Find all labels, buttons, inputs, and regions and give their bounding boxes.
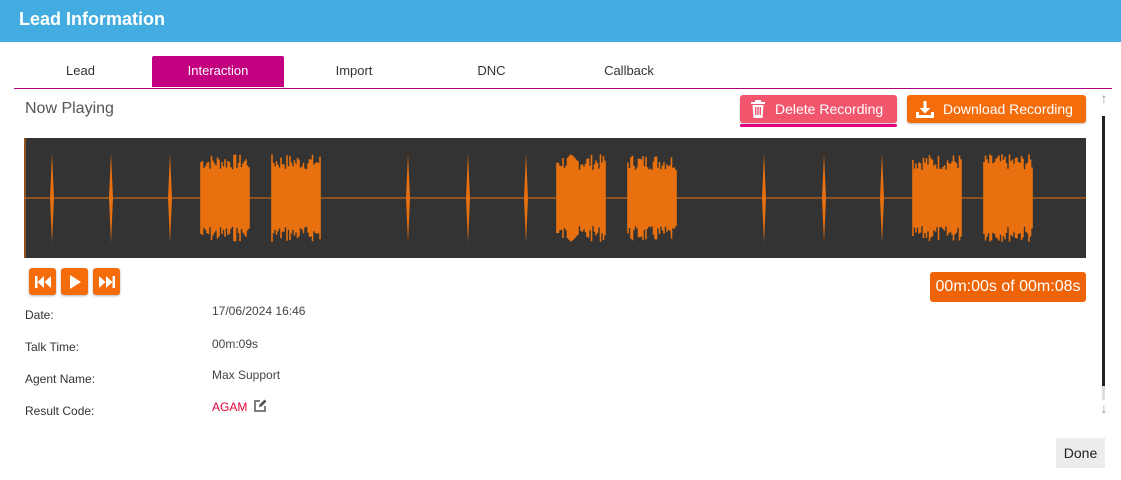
tab-dnc[interactable]: DNC (444, 56, 539, 87)
delete-recording-button[interactable]: Delete Recording (740, 95, 897, 123)
agent-name-value: Max Support (212, 368, 281, 382)
date-label: Date: (25, 308, 54, 322)
result-code-label: Result Code: (25, 404, 95, 418)
fast-forward-button[interactable] (93, 268, 120, 295)
scrollbar-track (1102, 386, 1105, 400)
done-button[interactable]: Done (1056, 438, 1105, 468)
tab-callback[interactable]: Callback (584, 56, 674, 87)
tab-import[interactable]: Import (304, 56, 404, 87)
talk-time-value: 00m:09s (212, 337, 259, 351)
scroll-up-icon[interactable]: ↑ (1096, 90, 1112, 106)
playback-timer: 00m:00s of 00m:08s (930, 272, 1086, 302)
download-icon (916, 100, 934, 118)
date-value: 17/06/2024 16:46 (212, 304, 306, 318)
edit-icon[interactable] (254, 399, 267, 412)
trash-icon (751, 100, 765, 118)
fast-forward-icon (98, 275, 115, 288)
waveform[interactable] (24, 138, 1086, 258)
delete-focus-underline (740, 124, 897, 127)
rewind-icon (34, 275, 51, 288)
tab-bar: Lead Interaction Import DNC Callback (14, 56, 1112, 89)
vertical-scrollbar[interactable]: ↑ ↓ (1096, 90, 1112, 420)
waveform-graphic (24, 138, 1086, 258)
result-code-value: AGAM (212, 400, 248, 414)
now-playing-heading: Now Playing (25, 100, 114, 117)
play-icon (69, 274, 81, 289)
tab-lead[interactable]: Lead (38, 56, 123, 87)
agent-name-label: Agent Name: (25, 372, 96, 386)
tab-interaction[interactable]: Interaction (152, 56, 284, 87)
download-recording-button[interactable]: Download Recording (907, 95, 1086, 123)
delete-recording-label: Delete Recording (775, 101, 884, 117)
rewind-button[interactable] (29, 268, 56, 295)
dialog-title: Lead Information (0, 0, 1121, 42)
scroll-down-icon[interactable]: ↓ (1096, 400, 1112, 416)
play-button[interactable] (61, 268, 88, 295)
download-recording-label: Download Recording (943, 101, 1073, 117)
scrollbar-thumb[interactable] (1102, 116, 1105, 386)
talk-time-label: Talk Time: (25, 340, 80, 354)
